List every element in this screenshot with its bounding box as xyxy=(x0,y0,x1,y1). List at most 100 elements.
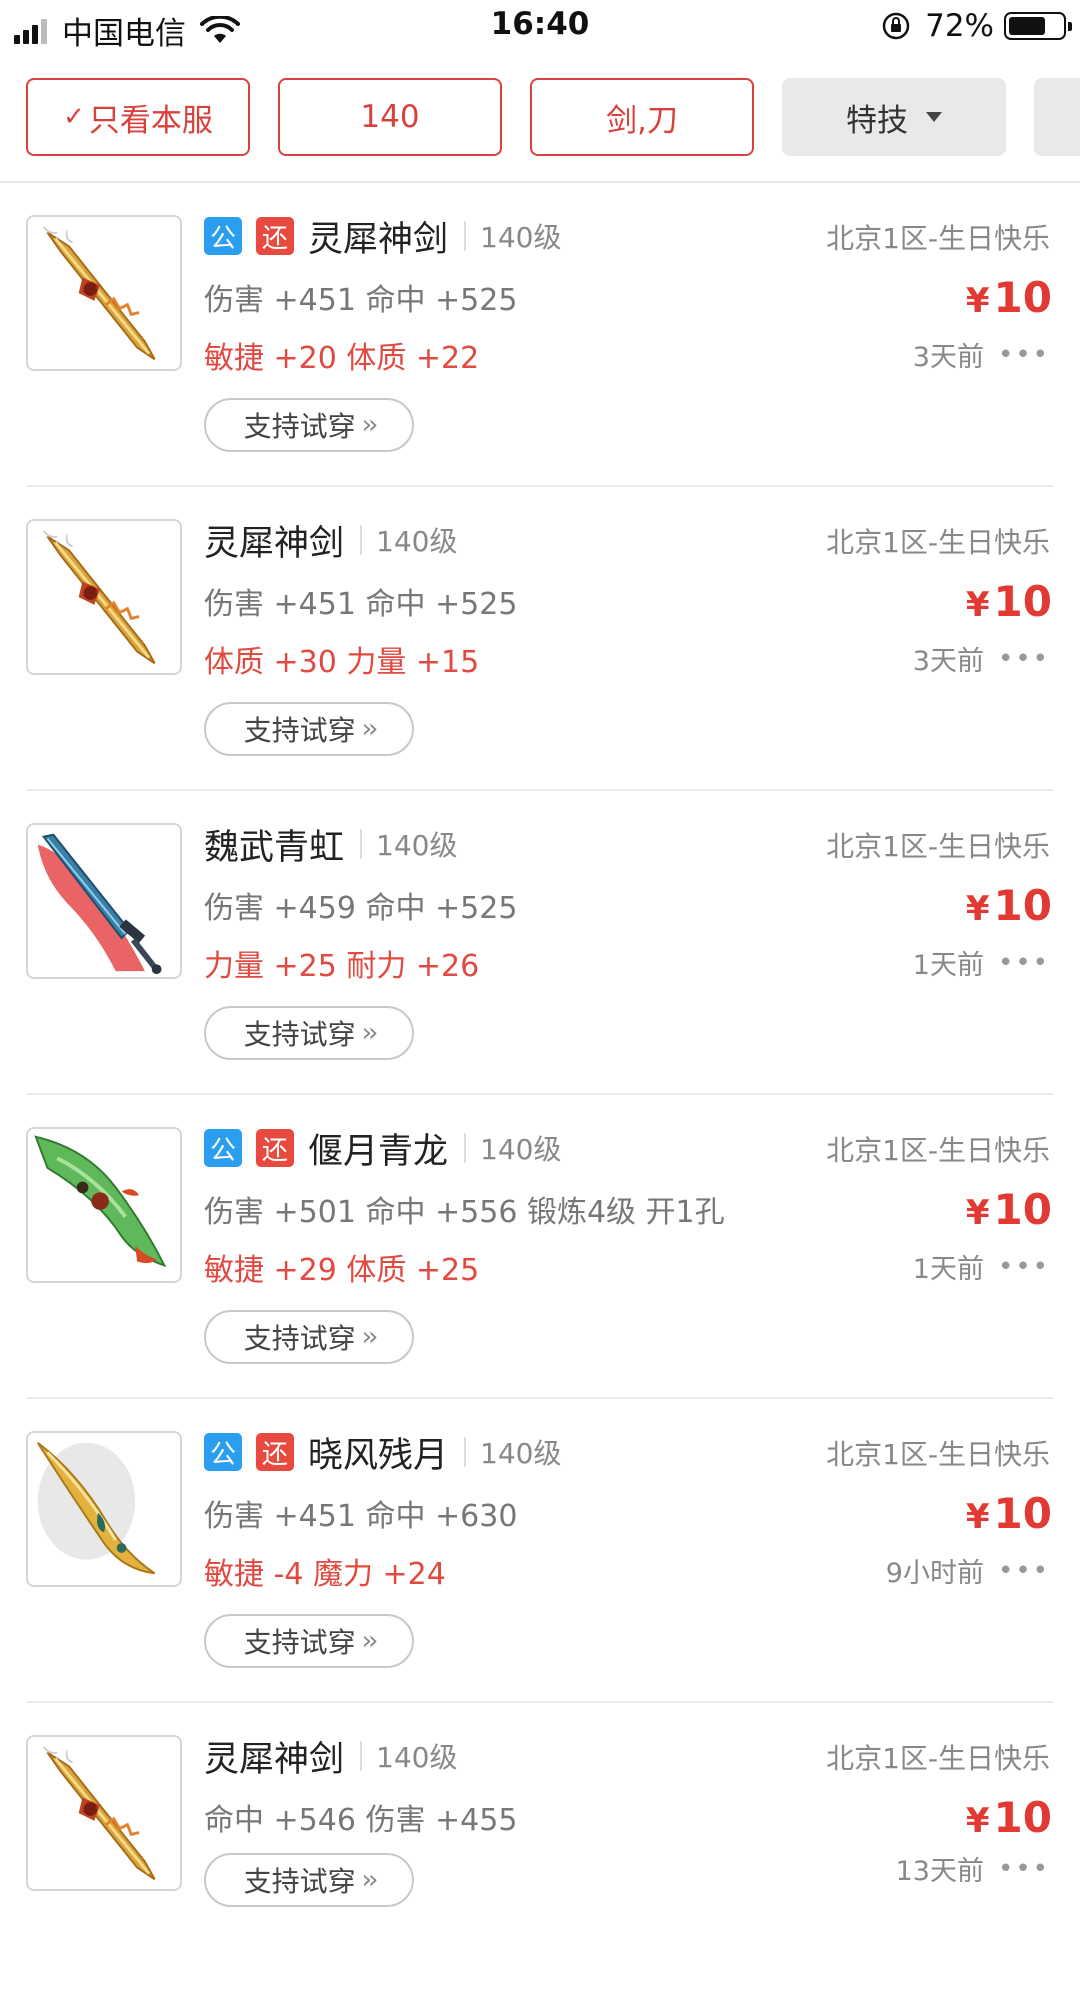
price-amount: 10 xyxy=(993,1185,1052,1234)
listing-item[interactable]: 公 还 灵犀神剑 140级 伤害 +451 命中 +525 敏捷 +20 体质 … xyxy=(0,183,1080,487)
server-name: 北京1区-生日快乐 xyxy=(826,1438,1050,1471)
separator xyxy=(360,1741,363,1771)
more-icon[interactable]: ••• xyxy=(998,340,1050,370)
server-name: 北京1区-生日快乐 xyxy=(826,526,1050,559)
time-row: 9小时前 ••• xyxy=(886,1551,1050,1590)
listed-time: 3天前 xyxy=(912,342,984,373)
filter-label: 特技 xyxy=(846,102,908,139)
separator xyxy=(360,829,363,859)
currency-symbol: ¥ xyxy=(965,1801,990,1841)
item-stats-secondary: 敏捷 -4 魔力 +24 xyxy=(204,1557,446,1592)
public-badge: 公 xyxy=(204,1433,242,1471)
currency-symbol: ¥ xyxy=(965,1193,990,1233)
server-name: 北京1区-生日快乐 xyxy=(826,830,1050,863)
bargain-badge: 还 xyxy=(256,217,294,255)
item-level: 140级 xyxy=(376,829,458,862)
price-amount: 10 xyxy=(993,1489,1052,1538)
item-stats-secondary: 敏捷 +20 体质 +22 xyxy=(204,341,480,376)
item-name: 灵犀神剑 xyxy=(308,219,449,260)
item-name: 偃月青龙 xyxy=(308,1131,449,1172)
item-name: 晓风残月 xyxy=(308,1435,449,1476)
price-amount: 10 xyxy=(993,881,1052,930)
price: ¥10 xyxy=(966,881,1052,930)
filter-special-skill-dropdown[interactable]: 特技 xyxy=(782,78,1006,156)
filter-weapon-type[interactable]: 剑,刀 xyxy=(530,78,754,156)
price: ¥10 xyxy=(966,1185,1052,1234)
checkmark-icon: ✓ xyxy=(63,102,85,132)
filter-label: 剑,刀 xyxy=(606,102,678,139)
double-chevron-right-icon: ›› xyxy=(361,1322,379,1352)
try-on-label: 支持试穿 xyxy=(243,1018,356,1051)
more-icon[interactable]: ••• xyxy=(998,948,1050,978)
item-stats-secondary: 体质 +30 力量 +15 xyxy=(204,645,480,680)
item-level: 140级 xyxy=(480,1133,562,1166)
currency-symbol: ¥ xyxy=(965,1497,990,1537)
try-on-button[interactable]: 支持试穿 ›› xyxy=(204,702,414,756)
green-dragon-blade-icon xyxy=(26,1127,182,1283)
filter-more-cut[interactable] xyxy=(1034,78,1080,156)
time-row: 3天前 ••• xyxy=(913,639,1050,678)
listed-time: 3天前 xyxy=(912,646,984,677)
currency-symbol: ¥ xyxy=(965,889,990,929)
status-right: 72% xyxy=(881,8,1072,44)
public-badge: 公 xyxy=(204,1129,242,1167)
double-chevron-right-icon: ›› xyxy=(361,1018,379,1048)
listed-time: 13天前 xyxy=(895,1856,984,1887)
more-icon[interactable]: ••• xyxy=(998,644,1050,674)
item-stats-primary: 命中 +546 伤害 +455 xyxy=(204,1803,518,1838)
try-on-button[interactable]: 支持试穿 ›› xyxy=(204,1310,414,1364)
filter-level[interactable]: 140 xyxy=(278,78,502,156)
listed-time: 9小时前 xyxy=(885,1558,984,1589)
listing-item[interactable]: 公 还 偃月青龙 140级 伤害 +501 命中 +556 锻炼4级 开1孔 敏… xyxy=(0,1095,1080,1399)
try-on-button[interactable]: 支持试穿 ›› xyxy=(204,1006,414,1060)
try-on-label: 支持试穿 xyxy=(243,1865,356,1898)
currency-symbol: ¥ xyxy=(965,585,990,625)
double-chevron-right-icon: ›› xyxy=(361,714,379,744)
item-name: 灵犀神剑 xyxy=(204,1739,345,1780)
price-amount: 10 xyxy=(993,577,1052,626)
red-blue-sword-icon xyxy=(26,823,182,979)
more-icon[interactable]: ••• xyxy=(998,1252,1050,1282)
price: ¥10 xyxy=(966,273,1052,322)
separator xyxy=(464,221,467,251)
listing-list: 公 还 灵犀神剑 140级 伤害 +451 命中 +525 敏捷 +20 体质 … xyxy=(0,183,1080,2007)
public-badge: 公 xyxy=(204,217,242,255)
separator xyxy=(464,1133,467,1163)
listing-item[interactable]: 灵犀神剑 140级 伤害 +451 命中 +525 体质 +30 力量 +15 … xyxy=(0,487,1080,791)
price: ¥10 xyxy=(966,1489,1052,1538)
item-stats-primary: 伤害 +451 命中 +525 xyxy=(204,587,518,622)
try-on-button[interactable]: 支持试穿 ›› xyxy=(204,1614,414,1668)
try-on-button[interactable]: 支持试穿 ›› xyxy=(204,1853,414,1907)
listing-item[interactable]: 魏武青虹 140级 伤害 +459 命中 +525 力量 +25 耐力 +26 … xyxy=(0,791,1080,1095)
title-row: 公 还 偃月青龙 140级 xyxy=(204,1123,561,1173)
time-row: 1天前 ••• xyxy=(913,1247,1050,1286)
item-stats-primary: 伤害 +459 命中 +525 xyxy=(204,891,518,926)
item-level: 140级 xyxy=(480,221,562,254)
golden-sword-icon xyxy=(26,1735,182,1891)
listed-time: 1天前 xyxy=(912,1254,984,1285)
more-icon[interactable]: ••• xyxy=(998,1556,1050,1586)
try-on-button[interactable]: 支持试穿 ›› xyxy=(204,398,414,452)
golden-curved-blade-icon xyxy=(26,1431,182,1587)
filter-label: 140 xyxy=(360,99,420,135)
title-row: 魏武青虹 140级 xyxy=(204,819,457,869)
price: ¥10 xyxy=(966,1793,1052,1842)
try-on-label: 支持试穿 xyxy=(243,1322,356,1355)
time-row: 1天前 ••• xyxy=(913,943,1050,982)
filter-local-server[interactable]: ✓ 只看本服 xyxy=(26,78,250,156)
try-on-label: 支持试穿 xyxy=(243,714,356,747)
try-on-label: 支持试穿 xyxy=(243,410,356,443)
more-icon[interactable]: ••• xyxy=(998,1854,1050,1884)
separator xyxy=(360,525,363,555)
currency-symbol: ¥ xyxy=(965,281,990,321)
filter-label: 只看本服 xyxy=(88,102,213,139)
title-row: 公 还 晓风残月 140级 xyxy=(204,1427,561,1477)
rotation-lock-icon xyxy=(882,12,910,40)
title-row: 灵犀神剑 140级 xyxy=(204,515,457,565)
filter-bar: ✓ 只看本服 140 剑,刀 特技 xyxy=(0,78,1080,158)
item-level: 140级 xyxy=(376,1741,458,1774)
listing-item[interactable]: 灵犀神剑 140级 命中 +546 伤害 +455 支持试穿 ›› 北京1区-生… xyxy=(0,1703,1080,2007)
item-name: 灵犀神剑 xyxy=(204,523,345,564)
listing-item[interactable]: 公 还 晓风残月 140级 伤害 +451 命中 +630 敏捷 -4 魔力 +… xyxy=(0,1399,1080,1703)
double-chevron-right-icon: ›› xyxy=(361,410,379,440)
